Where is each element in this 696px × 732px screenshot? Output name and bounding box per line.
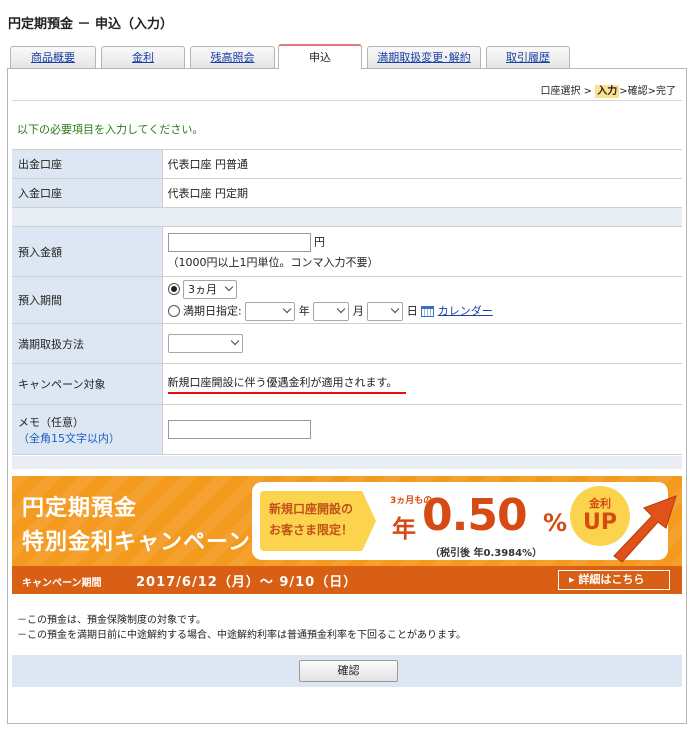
tab-apply[interactable]: 申込 [278, 44, 362, 69]
month-unit: 月 [352, 304, 364, 317]
amount-unit: 円 [314, 235, 325, 249]
calendar-link[interactable]: カレンダー [438, 304, 493, 317]
tab-bar: 商品概要 金利 残高照会 申込 満期取扱変更･解約 取引履歴 [10, 44, 686, 69]
page-title: 円定期預金 － 申込（入力） [8, 17, 174, 32]
period-label: 預入期間 [12, 276, 163, 324]
account-table: 出金口座 代表口座 円普通 入金口座 代表口座 円定期 [12, 149, 682, 208]
notes: －この預金は、預金保険制度の対象です。 －この預金を満期日前に中途解約する場合、… [17, 613, 466, 643]
chevron-down-icon [390, 304, 400, 313]
banner-period: 2017/6/12（月）～ 9/10（日） [136, 575, 358, 590]
step-account-select: 口座選択 [540, 86, 581, 97]
note-line: －この預金は、預金保険制度の対象です。 [17, 615, 206, 626]
confirm-button[interactable]: 確認 [299, 660, 398, 682]
amount-label: 預入金額 [12, 226, 163, 277]
day-select[interactable] [367, 301, 404, 321]
year-unit: 年 [298, 304, 310, 317]
memo-label: メモ（任意） [18, 415, 84, 429]
month-select[interactable] [313, 301, 350, 321]
amount-hint: （1000円以上1円単位。コンマ入力不要） [167, 256, 379, 269]
instruction-text: 以下の必要項目を入力してください。 [17, 123, 204, 136]
withdraw-account-value: 代表口座 円普通 [162, 149, 682, 179]
deposit-account-label: 入金口座 [12, 178, 163, 208]
banner-period-label: キャンペーン期間 [22, 578, 102, 589]
amount-input[interactable] [167, 233, 311, 252]
maturity-method-select[interactable] [167, 334, 243, 353]
year-select[interactable] [245, 301, 296, 321]
chevron-down-icon [230, 336, 239, 346]
withdraw-account-label: 出金口座 [12, 149, 163, 179]
tab-product-overview[interactable]: 商品概要 [10, 46, 96, 69]
step-separator: > [647, 86, 656, 97]
tab-balance-inquiry[interactable]: 残高照会 [190, 46, 275, 69]
confirm-bar: 確認 [12, 655, 682, 687]
step-complete: 完了 [656, 86, 676, 97]
banner-period-bar: キャンペーン期間 2017/6/12（月）～ 9/10（日） ▸ 詳細はこちら [12, 566, 682, 594]
chevron-down-icon [336, 304, 346, 313]
banner-after-tax: （税引後 年0.3984%） [430, 548, 543, 559]
step-indicator: 口座選択 > 入力 >確認>完了 [540, 82, 676, 98]
note-line: －この預金を満期日前に中途解約する場合、中途解約利率は普通預金利率を下回ることが… [17, 630, 466, 641]
maturity-date-label: 満期日指定: [183, 304, 242, 317]
memo-input[interactable] [167, 420, 311, 439]
chevron-down-icon [282, 304, 292, 313]
step-input-current: 入力 [595, 85, 620, 98]
period-select-value: 3ヵ月 [188, 282, 217, 296]
day-unit: 日 [406, 304, 418, 317]
banner-detail-button[interactable]: ▸ 詳細はこちら [558, 570, 670, 590]
banner-detail-label: 詳細はこちら [578, 573, 645, 586]
campaign-label: キャンペーン対象 [12, 363, 163, 405]
step-separator: > [583, 86, 593, 97]
chevron-down-icon [224, 282, 234, 291]
main-panel: 口座選択 > 入力 >確認>完了 以下の必要項目を入力してください。 出金口座 代… [7, 68, 687, 724]
tab-transaction-history[interactable]: 取引履歴 [486, 46, 570, 69]
input-form-table: 預入金額 円 （1000円以上1円単位。コンマ入力不要） 預入期間 3ヵ月 満期… [12, 226, 682, 455]
section-gap [12, 456, 682, 469]
deposit-account-value: 代表口座 円定期 [162, 178, 682, 208]
banner-year: 年 [392, 515, 416, 543]
banner-percent: % [543, 509, 568, 537]
calendar-icon[interactable] [421, 305, 435, 317]
memo-hint: （全角15文字以内） [18, 431, 120, 445]
banner-title-line1: 円定期預金 [22, 496, 138, 521]
banner-rate: 0.50 [422, 490, 528, 541]
maturity-method-label: 満期取扱方法 [12, 323, 163, 364]
banner-badge-line2: お客さま限定！ [269, 523, 354, 537]
step-confirm: 確認 [627, 86, 648, 97]
divider [12, 100, 682, 101]
campaign-banner[interactable]: 円定期預金 特別金利キャンペーン 新規口座開設の お客さま限定！ 3ヵ月もの 年… [12, 476, 682, 594]
tab-maturity-change[interactable]: 満期取扱変更･解約 [367, 46, 481, 69]
banner-title-line2: 特別金利キャンペーン [22, 530, 251, 555]
banner-badge-line1: 新規口座開設の [269, 502, 354, 516]
step-separator: > [619, 86, 628, 97]
campaign-text: 新規口座開設に伴う優遇金利が適用されます。 [167, 376, 398, 389]
tab-interest-rate[interactable]: 金利 [101, 46, 185, 69]
period-select[interactable]: 3ヵ月 [183, 279, 237, 299]
period-radio[interactable] [167, 283, 180, 295]
section-gap [12, 208, 682, 226]
maturity-date-radio[interactable] [167, 305, 180, 317]
up-arrow-icon [613, 495, 677, 563]
campaign-underline [167, 392, 406, 394]
